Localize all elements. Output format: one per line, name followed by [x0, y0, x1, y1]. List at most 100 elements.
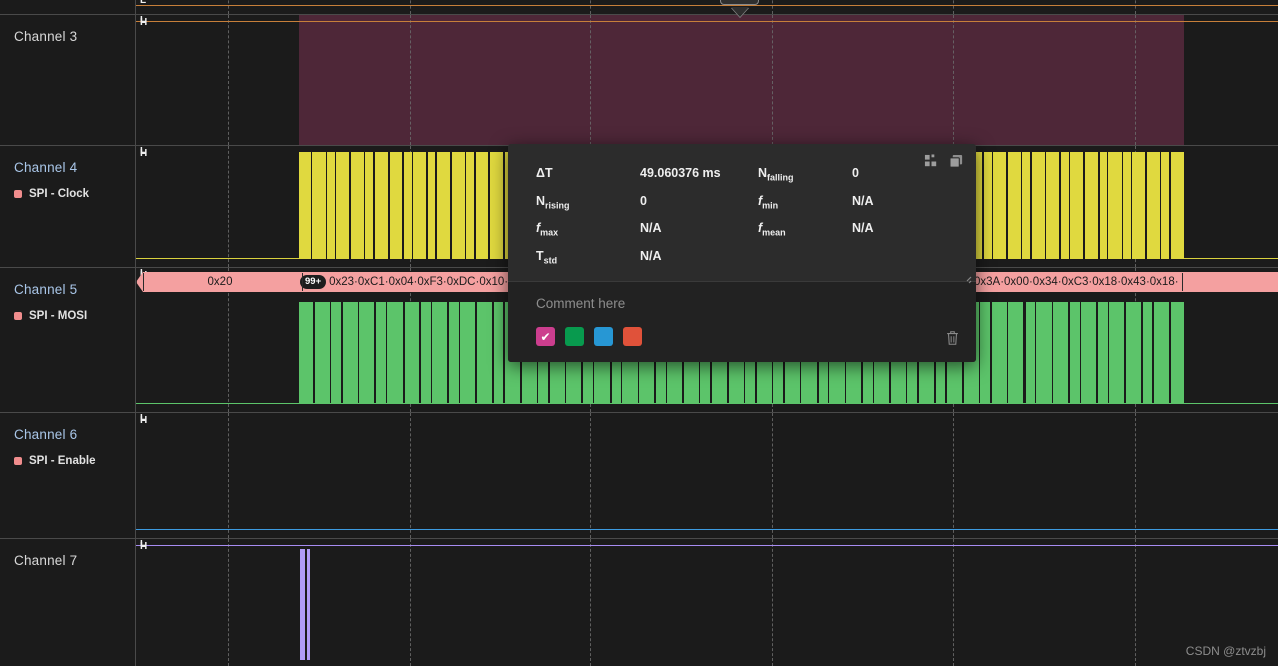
- waveform-transition: [1006, 302, 1009, 403]
- stat-key: fmax: [536, 221, 559, 238]
- waveform-transition: [1044, 152, 1047, 259]
- waveform-transition: [447, 302, 449, 403]
- stat-value: 0: [640, 193, 647, 208]
- time-marker-m0[interactable]: M0: [720, 0, 760, 17]
- channel-label-pane[interactable]: Channel 6 SPI - Enable: [0, 413, 136, 538]
- channel-row-channel-2-partial[interactable]: L: [0, 0, 1278, 14]
- stat-value: N/A: [640, 221, 662, 235]
- copy-icon[interactable]: [949, 154, 964, 169]
- waveform-transition: [1141, 302, 1143, 403]
- gridline: [228, 15, 229, 145]
- gridline: [1135, 413, 1136, 538]
- protocol-color-dot-icon: [14, 312, 22, 320]
- waveform-transition: [402, 152, 404, 259]
- waveform-transition: [1034, 302, 1037, 403]
- channel-protocol-tag[interactable]: SPI - Enable: [14, 455, 135, 467]
- level-label-low: L: [140, 15, 147, 26]
- waveform-transition: [1121, 152, 1124, 259]
- swatch-green[interactable]: [565, 327, 584, 346]
- waveform-transition: [473, 152, 476, 259]
- waveform-transition: [1106, 152, 1109, 259]
- waveform-transition: [1124, 302, 1127, 403]
- gridline: [772, 539, 773, 666]
- waveform-transition: [430, 302, 433, 403]
- waveform-transition: [492, 302, 494, 403]
- channel-row-channel-7[interactable]: Channel 7 HL: [0, 538, 1278, 666]
- protocol-label: SPI - Clock: [29, 188, 90, 200]
- waveform-transition: [464, 152, 467, 259]
- check-icon: ✔: [540, 329, 551, 344]
- resize-handle-icon[interactable]: [960, 276, 972, 288]
- comment-input[interactable]: [536, 296, 916, 311]
- level-label-low: L: [140, 539, 147, 550]
- swatch-red[interactable]: [623, 327, 642, 346]
- channel-label-pane[interactable]: Channel 7: [0, 539, 136, 666]
- gridline: [228, 0, 229, 14]
- signal-idle-level-line: [136, 529, 1278, 530]
- channel-row-channel-6[interactable]: Channel 6 SPI - Enable H L: [0, 412, 1278, 538]
- marker-pointer-icon: [730, 7, 749, 17]
- channel-plot-area[interactable]: L: [136, 0, 1278, 14]
- logic-analyzer-waveform-view: L Channel 3 H L Channel 4 SPI - Clock H L Channe…: [0, 0, 1278, 666]
- color-swatch-group: ✔: [536, 327, 954, 346]
- gridline: [228, 413, 229, 538]
- waveform-transition: [1068, 152, 1071, 259]
- waveform-transition: [450, 152, 452, 259]
- swatch-blue[interactable]: [594, 327, 613, 346]
- waveform-transition: [325, 152, 328, 259]
- waveform-transition: [488, 152, 490, 259]
- waveform-transition: [1059, 152, 1061, 259]
- stat-key: Tstd: [536, 248, 558, 266]
- gridline: [228, 146, 229, 267]
- channel-protocol-tag[interactable]: SPI - Clock: [14, 188, 135, 200]
- waveform-transition: [991, 152, 994, 259]
- gridline: [1135, 15, 1136, 145]
- marker-label: M0: [720, 0, 760, 5]
- channel-protocol-tag[interactable]: SPI - MOSI: [14, 310, 135, 322]
- waveform-transition: [1023, 302, 1026, 403]
- stat-key: Nfalling: [758, 166, 794, 183]
- stat-key: fmin: [758, 193, 779, 211]
- waveform-transition: [1079, 302, 1082, 403]
- waveform-transition: [1107, 302, 1110, 403]
- gridline: [590, 0, 591, 14]
- waveform-transition: [1006, 152, 1009, 259]
- waveform-transition: [305, 549, 307, 660]
- channel-plot-area[interactable]: HL: [136, 15, 1278, 145]
- annotation-panel: ✔: [508, 276, 976, 362]
- gridlines: [136, 0, 1278, 14]
- channel-title: Channel 7: [14, 553, 78, 568]
- waveform-transition: [503, 302, 506, 403]
- waveform-transition: [363, 152, 366, 259]
- gridline: [410, 15, 411, 145]
- grid-icon[interactable]: [924, 154, 939, 169]
- channel-row-channel-3[interactable]: Channel 3 HL: [0, 14, 1278, 145]
- channel-plot-area[interactable]: HL: [136, 413, 1278, 538]
- waveform-transition: [357, 302, 360, 403]
- spi-frame-tick: [136, 273, 137, 291]
- channel-label-pane[interactable]: Channel 5 SPI - MOSI: [0, 268, 136, 412]
- waveform-transition: [411, 152, 414, 259]
- measurement-popup[interactable]: ΔT 49.060376 ms Nfalling 0 Nrising 0 fmin N/A fm…: [508, 144, 976, 362]
- protocol-color-dot-icon: [14, 457, 22, 465]
- row-inner: Channel 6 SPI - Enable H L: [0, 413, 1278, 538]
- waveform-transition: [1152, 302, 1154, 403]
- swatch-pink[interactable]: ✔: [536, 327, 555, 346]
- signal-idle-level-line: [136, 21, 1278, 22]
- channel-title: Channel 5: [14, 282, 78, 297]
- trash-icon[interactable]: [945, 330, 960, 346]
- waveform-transition: [1169, 152, 1171, 259]
- gridline: [590, 413, 591, 538]
- waveform-transition: [374, 302, 376, 403]
- channel-label-pane[interactable]: Channel 3: [0, 15, 136, 145]
- waveform-transition: [310, 152, 313, 259]
- channel-plot-area[interactable]: HL: [136, 539, 1278, 666]
- measurement-stats-panel: ΔT 49.060376 ms Nfalling 0 Nrising 0 fmin N/A fm…: [508, 144, 976, 281]
- gridline: [410, 539, 411, 666]
- channel-label-pane[interactable]: [0, 0, 136, 14]
- waveform-transition: [373, 152, 375, 259]
- waveform-transition: [1096, 302, 1098, 403]
- spi-byte-left: 0x20: [207, 276, 233, 288]
- channel-label-pane[interactable]: Channel 4 SPI - Clock: [0, 146, 136, 267]
- gridlines: [136, 15, 1278, 145]
